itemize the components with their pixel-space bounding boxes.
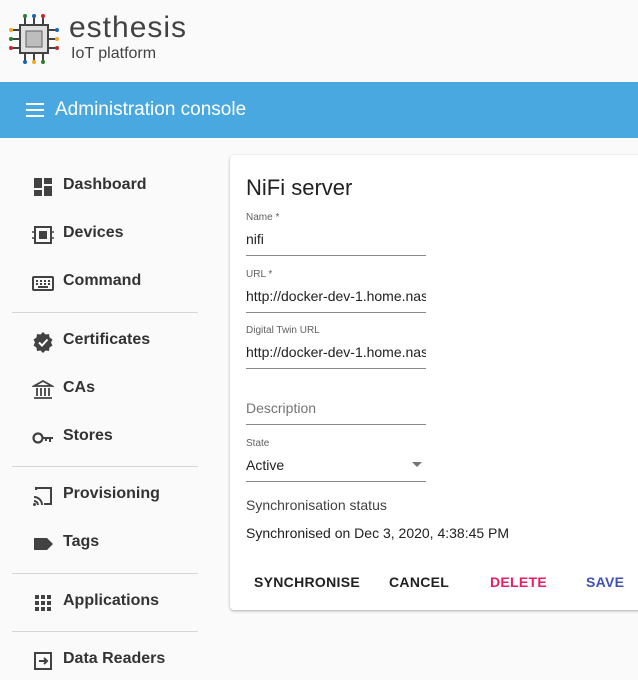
state-select-label: State bbox=[246, 438, 270, 449]
key-icon bbox=[32, 432, 53, 444]
sync-status-label: Synchronisation status bbox=[246, 497, 387, 513]
page-title: NiFi server bbox=[246, 175, 353, 200]
top-toolbar: Administration console bbox=[0, 82, 638, 138]
verified-icon bbox=[33, 332, 53, 353]
sidebar-item-command[interactable]: Command bbox=[12, 262, 198, 302]
name-field-label: Name * bbox=[246, 212, 280, 223]
sidebar-item-label: Certificates bbox=[63, 331, 151, 348]
state-select[interactable]: State Active bbox=[246, 438, 426, 482]
brand-subtitle: IoT platform bbox=[71, 45, 157, 62]
description-field-underline bbox=[246, 424, 426, 425]
sidebar-item-label: Devices bbox=[63, 224, 124, 241]
name-input[interactable]: nifi bbox=[246, 231, 426, 251]
name-field[interactable]: Name * nifi bbox=[246, 212, 426, 256]
sidebar-divider bbox=[12, 466, 198, 467]
sidebar-item-label: Command bbox=[63, 272, 142, 289]
keyboard-icon bbox=[32, 276, 54, 291]
sidebar-item-label: Dashboard bbox=[63, 176, 147, 193]
url-field-underline bbox=[246, 312, 426, 313]
digital-twin-url-input[interactable]: http://docker-dev-1.home.nassos bbox=[246, 344, 426, 364]
url-field[interactable]: URL * http://docker-dev-1.home.nassos bbox=[246, 269, 426, 313]
name-field-underline bbox=[246, 255, 426, 256]
description-field[interactable]: Description bbox=[246, 381, 426, 425]
digital-twin-url-field[interactable]: Digital Twin URL http://docker-dev-1.hom… bbox=[246, 325, 426, 369]
apps-icon bbox=[35, 595, 51, 611]
label-icon bbox=[34, 538, 53, 550]
digital-twin-url-field-label: Digital Twin URL bbox=[246, 325, 320, 336]
chip-logo-icon bbox=[9, 14, 59, 64]
sidebar-item-label: CAs bbox=[63, 379, 96, 396]
sidebar-divider bbox=[12, 312, 198, 313]
state-select-value[interactable]: Active bbox=[246, 457, 426, 477]
save-button[interactable]: SAVE bbox=[586, 574, 624, 590]
sidebar-item-label: Tags bbox=[63, 533, 100, 550]
url-input[interactable]: http://docker-dev-1.home.nassos bbox=[246, 288, 426, 308]
url-field-label: URL * bbox=[246, 269, 273, 280]
sidebar-item-label: Stores bbox=[63, 427, 113, 444]
devices-icon bbox=[32, 226, 54, 244]
cancel-button[interactable]: CANCEL bbox=[389, 574, 449, 590]
state-select-underline bbox=[246, 481, 426, 482]
sidebar-item-dashboard[interactable]: Dashboard bbox=[12, 166, 198, 206]
sidebar-item-certificates[interactable]: Certificates bbox=[12, 321, 198, 361]
dropdown-arrow-icon[interactable] bbox=[412, 462, 422, 467]
sidebar: Dashboard Devices Command Certificates C bbox=[0, 138, 210, 670]
nifi-server-form-card: NiFi server Name * nifi URL * http://doc… bbox=[230, 155, 638, 610]
sidebar-item-tags[interactable]: Tags bbox=[12, 523, 198, 563]
dashboard-icon bbox=[34, 178, 52, 196]
toolbar-title: Administration console bbox=[55, 99, 247, 120]
sidebar-item-label: Provisioning bbox=[63, 485, 160, 502]
brand-name: esthesis bbox=[69, 11, 188, 44]
sidebar-item-label: Applications bbox=[63, 592, 160, 609]
digital-twin-url-field-underline bbox=[246, 368, 426, 369]
sync-status-value: Synchronised on Dec 3, 2020, 4:38:45 PM bbox=[246, 525, 510, 541]
sidebar-item-devices[interactable]: Devices bbox=[12, 214, 198, 254]
delete-button[interactable]: DELETE bbox=[490, 574, 547, 590]
cast-icon bbox=[33, 487, 52, 506]
synchronise-button[interactable]: SYNCHRONISE bbox=[254, 574, 360, 590]
app-header: esthesis IoT platform bbox=[0, 0, 638, 82]
sidebar-item-data-readers[interactable]: Data Readers bbox=[12, 640, 198, 680]
sidebar-item-stores[interactable]: Stores bbox=[12, 417, 198, 457]
menu-icon[interactable] bbox=[24, 101, 46, 119]
account-balance-icon bbox=[32, 379, 54, 399]
sidebar-item-cas[interactable]: CAs bbox=[12, 369, 198, 409]
sidebar-item-provisioning[interactable]: Provisioning bbox=[12, 475, 198, 515]
sidebar-item-applications[interactable]: Applications bbox=[12, 582, 198, 622]
sidebar-item-label: Data Readers bbox=[63, 650, 166, 667]
input-icon bbox=[34, 652, 52, 670]
sidebar-divider bbox=[12, 573, 198, 574]
sidebar-divider bbox=[12, 631, 198, 632]
description-input[interactable]: Description bbox=[246, 400, 426, 420]
